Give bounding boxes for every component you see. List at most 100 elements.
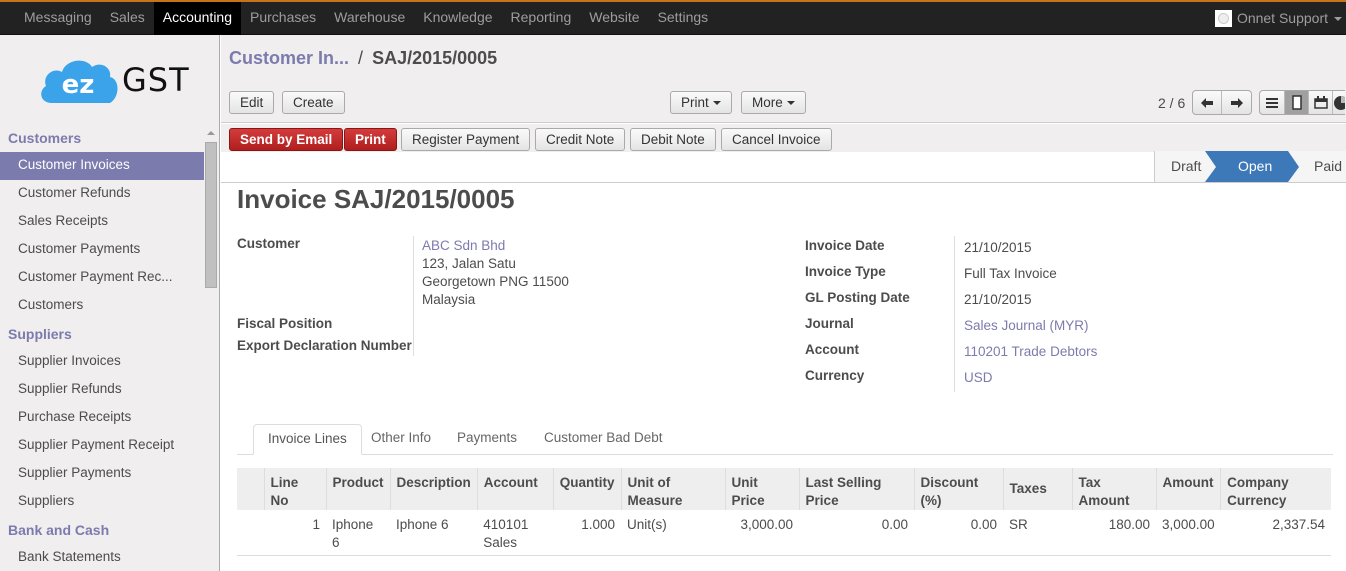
tab-payments[interactable]: Payments: [443, 424, 531, 455]
fiscal-position-label: Fiscal Position: [237, 316, 333, 331]
main-menu: Messaging Sales Accounting Purchases War…: [15, 2, 717, 35]
pager-buttons: [1192, 90, 1252, 115]
sidebar-item-customer-payment-receipt[interactable]: Customer Payment Rec...: [0, 264, 204, 292]
sidebar-item-suppliers[interactable]: Suppliers: [0, 488, 204, 516]
header-quantity[interactable]: Quantity: [552, 468, 622, 510]
customer-name-link[interactable]: ABC Sdn Bhd: [422, 238, 505, 253]
cell-product: Iphone 6: [326, 510, 391, 556]
menu-purchases[interactable]: Purchases: [241, 2, 325, 35]
cell-discount: 0.00: [914, 510, 1004, 556]
gl-posting-date-label: GL Posting Date: [805, 290, 910, 305]
account-link[interactable]: 110201 Trade Debtors: [964, 344, 1097, 359]
sidebar-item-customer-invoices[interactable]: Customer Invoices: [0, 152, 204, 180]
status-open[interactable]: Open: [1205, 151, 1299, 182]
journal-link[interactable]: Sales Journal (MYR): [964, 318, 1089, 333]
sidebar-section-bank-cash: Bank and Cash: [8, 522, 110, 538]
sidebar-item-supplier-invoices[interactable]: Supplier Invoices: [0, 348, 204, 376]
sidebar: ez GST Customers Customer Invoices Custo…: [0, 35, 220, 571]
header-company-currency[interactable]: Company Currency: [1220, 468, 1331, 510]
sidebar-item-supplier-payment-receipt[interactable]: Supplier Payment Receipt: [0, 432, 204, 460]
journal-label: Journal: [805, 316, 854, 331]
cell-amount: 3,000.00: [1156, 510, 1221, 556]
print-dropdown-label: Print: [681, 95, 709, 110]
invoice-type-label: Invoice Type: [805, 264, 886, 279]
header-amount[interactable]: Amount: [1155, 468, 1221, 510]
pie-chart-icon: [1334, 95, 1345, 110]
user-menu[interactable]: Onnet Support: [1214, 2, 1342, 35]
header-last-selling-price[interactable]: Last Selling Price: [798, 468, 915, 510]
currency-label: Currency: [805, 368, 865, 383]
menu-website[interactable]: Website: [580, 2, 648, 35]
form-icon: [1291, 95, 1302, 110]
company-logo[interactable]: ez GST: [38, 53, 189, 108]
menu-reporting[interactable]: Reporting: [502, 2, 581, 35]
menu-knowledge[interactable]: Knowledge: [414, 2, 501, 35]
list-icon: [1266, 97, 1278, 108]
header-description[interactable]: Description: [389, 468, 478, 510]
account-label: Account: [805, 342, 859, 357]
caret-down-icon: [786, 101, 795, 106]
menu-sales[interactable]: Sales: [101, 2, 154, 35]
list-view-button[interactable]: [1260, 91, 1285, 114]
send-by-email-button[interactable]: Send by Email: [229, 128, 344, 151]
header-tax-amount[interactable]: Tax Amount: [1071, 468, 1157, 510]
sidebar-item-customer-refunds[interactable]: Customer Refunds: [0, 180, 204, 208]
credit-note-button[interactable]: Credit Note: [535, 128, 626, 151]
header-unit-of-measure[interactable]: Unit of Measure: [620, 468, 726, 510]
sidebar-item-customer-payments[interactable]: Customer Payments: [0, 236, 204, 264]
scrollbar-thumb[interactable]: [205, 142, 217, 288]
header-taxes[interactable]: Taxes: [1002, 468, 1073, 510]
sidebar-item-supplier-payments[interactable]: Supplier Payments: [0, 460, 204, 488]
header-line-no[interactable]: Line No: [263, 468, 326, 510]
table-row[interactable]: 1 Iphone 6 Iphone 6 410101 Sales 1.000 U…: [237, 510, 1331, 556]
debit-note-button[interactable]: Debit Note: [630, 128, 716, 151]
create-button[interactable]: Create: [282, 91, 345, 114]
cancel-invoice-button[interactable]: Cancel Invoice: [721, 128, 832, 151]
menu-accounting[interactable]: Accounting: [153, 2, 242, 35]
invoice-form: Invoice SAJ/2015/0005 Customer ABC Sdn B…: [221, 184, 1346, 571]
sidebar-section-customers: Customers: [8, 130, 82, 146]
sidebar-item-customers[interactable]: Customers: [0, 292, 204, 320]
tab-invoice-lines[interactable]: Invoice Lines: [253, 424, 362, 455]
more-dropdown-button[interactable]: More: [741, 91, 806, 114]
breadcrumb-separator: /: [358, 48, 364, 68]
cell-company-currency: 2,337.54: [1220, 510, 1331, 556]
pager-value: 2 / 6: [1158, 95, 1186, 111]
header-account[interactable]: Account: [476, 468, 554, 510]
sidebar-scrollbar[interactable]: [204, 128, 218, 571]
scroll-up-arrow-icon[interactable]: [207, 131, 215, 135]
caret-down-icon: [1334, 16, 1342, 21]
edit-button[interactable]: Edit: [229, 91, 275, 114]
header-unit-price[interactable]: Unit Price: [724, 468, 800, 510]
header-product[interactable]: Product: [325, 468, 391, 510]
top-navbar: Messaging Sales Accounting Purchases War…: [0, 0, 1346, 35]
calendar-icon: [1313, 96, 1328, 109]
register-payment-button[interactable]: Register Payment: [401, 128, 531, 151]
form-view-button[interactable]: [1285, 91, 1309, 114]
sidebar-item-purchase-receipts[interactable]: Purchase Receipts: [0, 404, 204, 432]
print-dropdown-button[interactable]: Print: [670, 91, 732, 114]
tab-other-info[interactable]: Other Info: [357, 424, 445, 455]
sidebar-item-supplier-refunds[interactable]: Supplier Refunds: [0, 376, 204, 404]
menu-messaging[interactable]: Messaging: [15, 2, 101, 35]
next-record-button[interactable]: [1222, 91, 1251, 114]
invoice-date-label: Invoice Date: [805, 238, 885, 253]
arrow-left-icon: [1201, 97, 1213, 108]
menu-warehouse[interactable]: Warehouse: [325, 2, 414, 35]
breadcrumb-parent[interactable]: Customer In...: [229, 48, 349, 68]
sidebar-item-sales-receipts[interactable]: Sales Receipts: [0, 208, 204, 236]
header-discount[interactable]: Discount (%): [913, 468, 1004, 510]
sidebar-item-bank-statements[interactable]: Bank Statements: [0, 544, 204, 571]
export-declaration-label: Export Declaration Number: [237, 338, 412, 353]
menu-settings[interactable]: Settings: [649, 2, 718, 35]
previous-record-button[interactable]: [1193, 91, 1222, 114]
graph-view-button[interactable]: [1333, 91, 1345, 114]
cell-last-selling-price: 0.00: [799, 510, 915, 556]
cell-tax-amount: 180.00: [1072, 510, 1157, 556]
currency-link[interactable]: USD: [964, 370, 993, 385]
cell-unit-price: 3,000.00: [725, 510, 800, 556]
tab-customer-bad-debt[interactable]: Customer Bad Debt: [530, 424, 677, 455]
print-invoice-button[interactable]: Print: [344, 128, 397, 151]
status-bar: Send by Email Print Register Payment Cre…: [221, 124, 1346, 183]
calendar-view-button[interactable]: [1309, 91, 1333, 114]
